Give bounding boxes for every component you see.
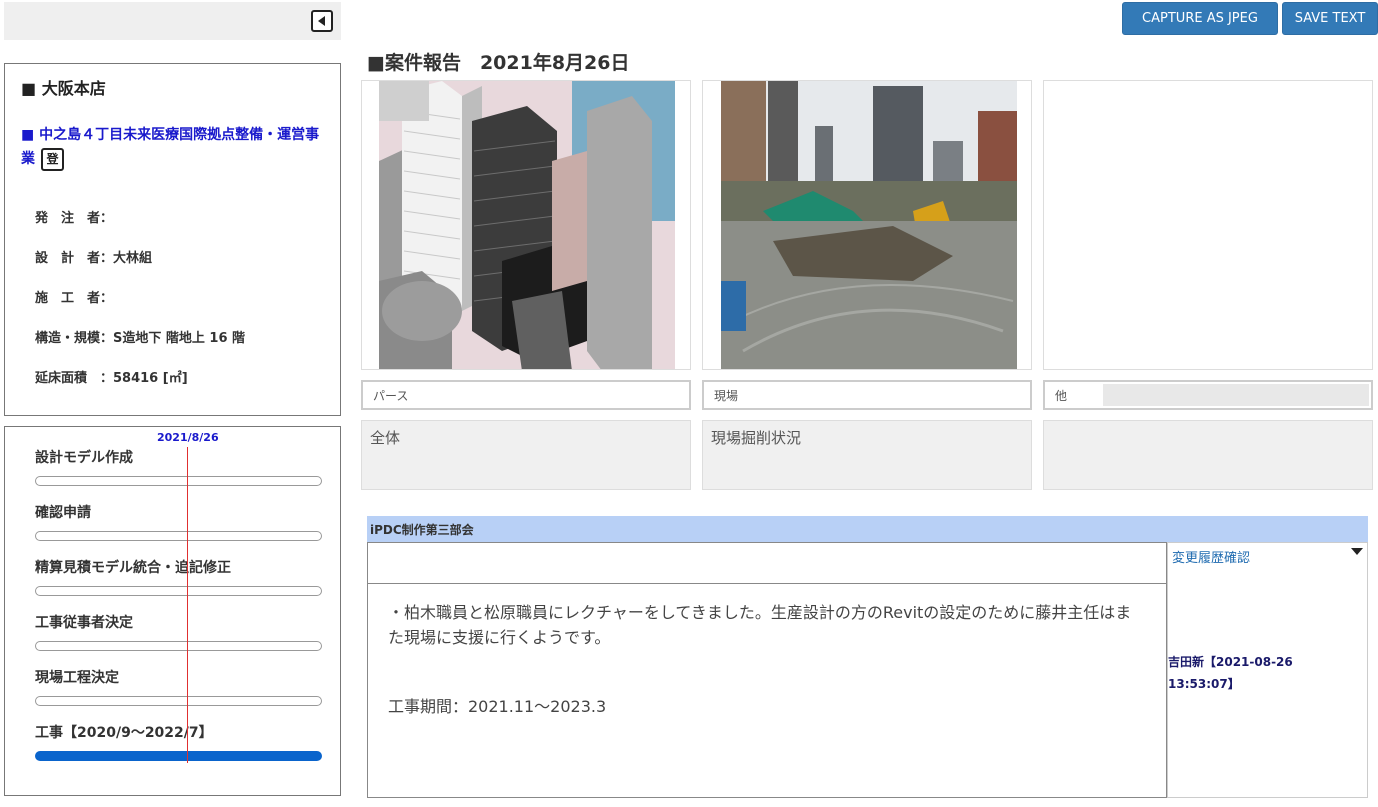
comment-text-area[interactable]: ・柏木職員と松原職員にレクチャーをしてきました。生産設計の方のRevitの設定の…: [367, 584, 1167, 798]
timeline-item-label: 現場工程決定: [35, 670, 119, 686]
page-title: ■案件報告 2021年8月26日: [367, 52, 630, 74]
comment-title-input[interactable]: [367, 542, 1167, 584]
info-row-client: 発 注 者：: [35, 211, 114, 226]
project-name-link[interactable]: ■ 中之島４丁目未来医療国際拠点整備・運営事業登: [21, 123, 331, 171]
save-text-button[interactable]: SAVE TEXT: [1282, 2, 1378, 35]
timeline-progress-bar: [35, 476, 322, 486]
caption-fill: [1103, 384, 1369, 406]
timeline-item-label: 確認申請: [35, 505, 91, 521]
history-panel: 変更履歴確認 吉田新【2021-08-26 13:53:07】: [1167, 542, 1368, 798]
sidebar-header: [4, 2, 341, 40]
timeline-progress-bar: [35, 531, 322, 541]
collapse-left-icon[interactable]: [311, 10, 333, 32]
today-marker-line: [187, 447, 188, 763]
schedule-timeline: 2021/8/26 設計モデル作成 確認申請 精算見積モデル統合・追記修正 工事…: [4, 426, 341, 796]
project-name[interactable]: ■ 中之島４丁目未来医療国際拠点整備・運営事業: [21, 127, 319, 167]
project-info-panel: ■ 大阪本店 ■ 中之島４丁目未来医療国際拠点整備・運営事業登 発 注 者： 設…: [4, 63, 341, 416]
change-history-link[interactable]: 変更履歴確認: [1172, 547, 1250, 566]
chevron-down-icon[interactable]: [1351, 548, 1363, 555]
photo-caption-input[interactable]: パース: [361, 380, 691, 410]
photo-site[interactable]: [702, 80, 1032, 370]
comment-author-timestamp: 吉田新【2021-08-26 13:53:07】: [1168, 655, 1293, 691]
timeline-progress-bar: [35, 641, 322, 651]
timeline-item-label: 精算見積モデル統合・追記修正: [35, 560, 231, 576]
info-row-structure: 構造・規模：S造地下 階地上 16 階: [35, 331, 246, 346]
photo-description[interactable]: [1043, 420, 1373, 490]
comment-body-text: ・柏木職員と松原職員にレクチャーをしてきました。生産設計の方のRevitの設定の…: [388, 603, 1132, 647]
photo-description[interactable]: 現場掘削状況: [702, 420, 1032, 490]
timeline-progress-bar-active: [35, 751, 322, 761]
timeline-item-label: 設計モデル作成: [35, 450, 133, 466]
photo-caption-input[interactable]: 現場: [702, 380, 1032, 410]
today-label: 2021/8/26: [157, 431, 219, 444]
capture-jpeg-button[interactable]: CAPTURE AS JPEG: [1122, 2, 1278, 35]
photo-perspective[interactable]: [361, 80, 691, 370]
photo-caption-text: 他: [1055, 389, 1068, 403]
photo-description[interactable]: 全体: [361, 420, 691, 490]
register-badge-icon[interactable]: 登: [41, 147, 64, 171]
construction-period-text: 工事期間：2021.11～2023.3: [388, 697, 607, 716]
office-name: ■ 大阪本店: [21, 79, 106, 98]
timeline-item-label: 工事従事者決定: [35, 615, 133, 631]
comment-group-header: iPDC制作第三部会: [367, 516, 1368, 542]
photo-caption-input[interactable]: 他: [1043, 380, 1373, 410]
photo-other-empty[interactable]: [1043, 80, 1373, 370]
perspective-render-image: [379, 81, 675, 369]
project-report-page: ■ 大阪本店 ■ 中之島４丁目未来医療国際拠点整備・運営事業登 発 注 者： 設…: [0, 0, 1378, 807]
timeline-progress-bar: [35, 586, 322, 596]
timeline-item-label: 工事【2020/9～2022/7】: [35, 725, 213, 741]
site-photo-image: [721, 81, 1017, 369]
info-row-floor-area: 延床面積 ：58416 [㎡]: [35, 371, 188, 386]
info-row-designer: 設 計 者：大林組: [35, 251, 153, 266]
info-row-contractor: 施 工 者：: [35, 291, 114, 306]
timeline-progress-bar: [35, 696, 322, 706]
